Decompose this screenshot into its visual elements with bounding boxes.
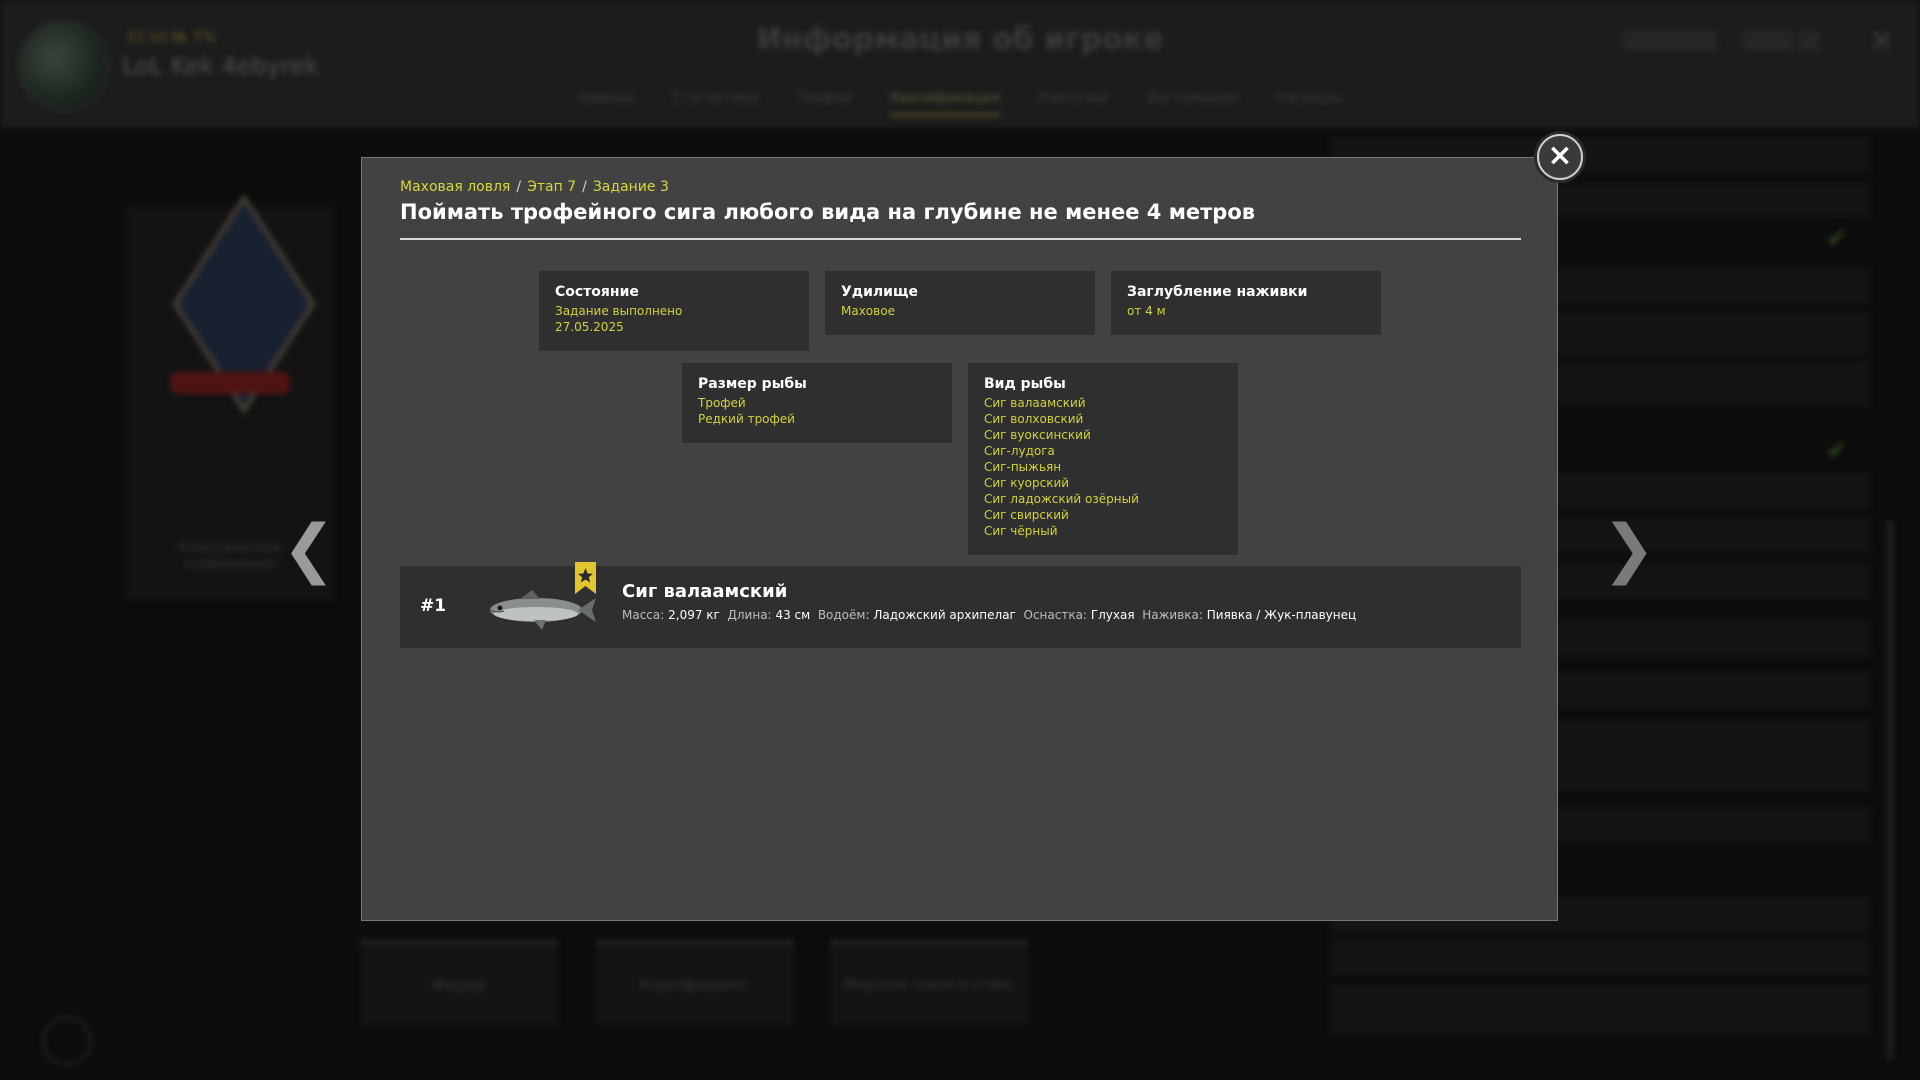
bait-depth-value: от 4 м xyxy=(1127,304,1166,318)
rod-card: Удилище Маховое xyxy=(825,271,1095,335)
task-title: Поймать трофейного сига любого вида на г… xyxy=(400,200,1256,224)
fish-species-item: Сиг свирский xyxy=(984,508,1069,522)
fish-species-item: Сиг вуоксинский xyxy=(984,428,1091,442)
breadcrumb-stage[interactable]: Этап 7 xyxy=(527,179,576,195)
length-label: Длина: xyxy=(727,608,772,622)
rod-value: Маховое xyxy=(841,304,895,318)
fish-species-card-title: Вид рыбы xyxy=(984,376,1066,392)
fish-size-card-title: Размер рыбы xyxy=(698,376,807,392)
bait-value: Пиявка / Жук-плавунец xyxy=(1206,608,1357,622)
fish-size-value: Редкий трофей xyxy=(698,412,795,426)
rod-card-title: Удилище xyxy=(841,284,918,300)
length-value: 43 см xyxy=(775,608,811,622)
fish-species-item: Сиг ладожский озёрный xyxy=(984,492,1139,506)
fish-species-item: Сиг-пыжьян xyxy=(984,460,1062,474)
status-date: 27.05.2025 xyxy=(555,320,624,334)
fish-species-item: Сиг куорский xyxy=(984,476,1070,490)
bait-depth-card: Заглубление наживки от 4 м xyxy=(1111,271,1381,335)
fish-size-card: Размер рыбы Трофей Редкий трофей xyxy=(682,363,952,443)
fish-species-item: Сиг чёрный xyxy=(984,524,1058,538)
water-label: Водоём: xyxy=(817,608,870,622)
rig-value: Глухая xyxy=(1090,608,1135,622)
breadcrumb-discipline[interactable]: Маховая ловля xyxy=(400,179,510,195)
catch-stats: Масса: 2,097 кг Длина: 43 см Водоём: Лад… xyxy=(622,608,1356,622)
fish-species-item: Сиг-лудога xyxy=(984,444,1055,458)
title-divider xyxy=(400,238,1521,240)
status-card: Состояние Задание выполнено 27.05.2025 xyxy=(539,271,809,351)
breadcrumb-separator: / xyxy=(582,179,587,195)
bait-depth-card-title: Заглубление наживки xyxy=(1127,284,1308,300)
bait-label: Наживка: xyxy=(1142,608,1203,622)
trophy-star-icon xyxy=(575,562,596,594)
status-value: Задание выполнено xyxy=(555,304,683,318)
previous-task-arrow-icon[interactable]: ❮ xyxy=(282,512,336,586)
water-value: Ладожский архипелаг xyxy=(873,608,1016,622)
fish-species-item: Сиг волховский xyxy=(984,412,1084,426)
fish-species-card: Вид рыбы Сиг валаамский Сиг волховский С… xyxy=(968,363,1238,555)
breadcrumb: Маховая ловля / Этап 7 / Задание 3 xyxy=(400,179,669,195)
catch-record-row[interactable]: #1 Сиг валаамский Масса: 2,097 кг Длина:… xyxy=(400,562,1521,648)
catch-rank: #1 xyxy=(420,596,447,616)
task-details-modal: Маховая ловля / Этап 7 / Задание 3 Поймать т… xyxy=(361,157,1558,921)
mass-label: Масса: xyxy=(622,608,665,622)
next-task-arrow-icon[interactable]: ❯ xyxy=(1602,512,1656,586)
close-modal-icon[interactable]: × xyxy=(1537,134,1583,180)
mass-value: 2,097 кг xyxy=(668,608,720,622)
fish-name: Сиг валаамский xyxy=(622,581,788,602)
rig-label: Оснастка: xyxy=(1023,608,1087,622)
breadcrumb-task: Задание 3 xyxy=(592,179,669,195)
breadcrumb-separator: / xyxy=(516,179,522,195)
status-card-title: Состояние xyxy=(555,284,639,300)
fish-species-item: Сиг валаамский xyxy=(984,396,1086,410)
fish-size-value: Трофей xyxy=(698,396,746,410)
